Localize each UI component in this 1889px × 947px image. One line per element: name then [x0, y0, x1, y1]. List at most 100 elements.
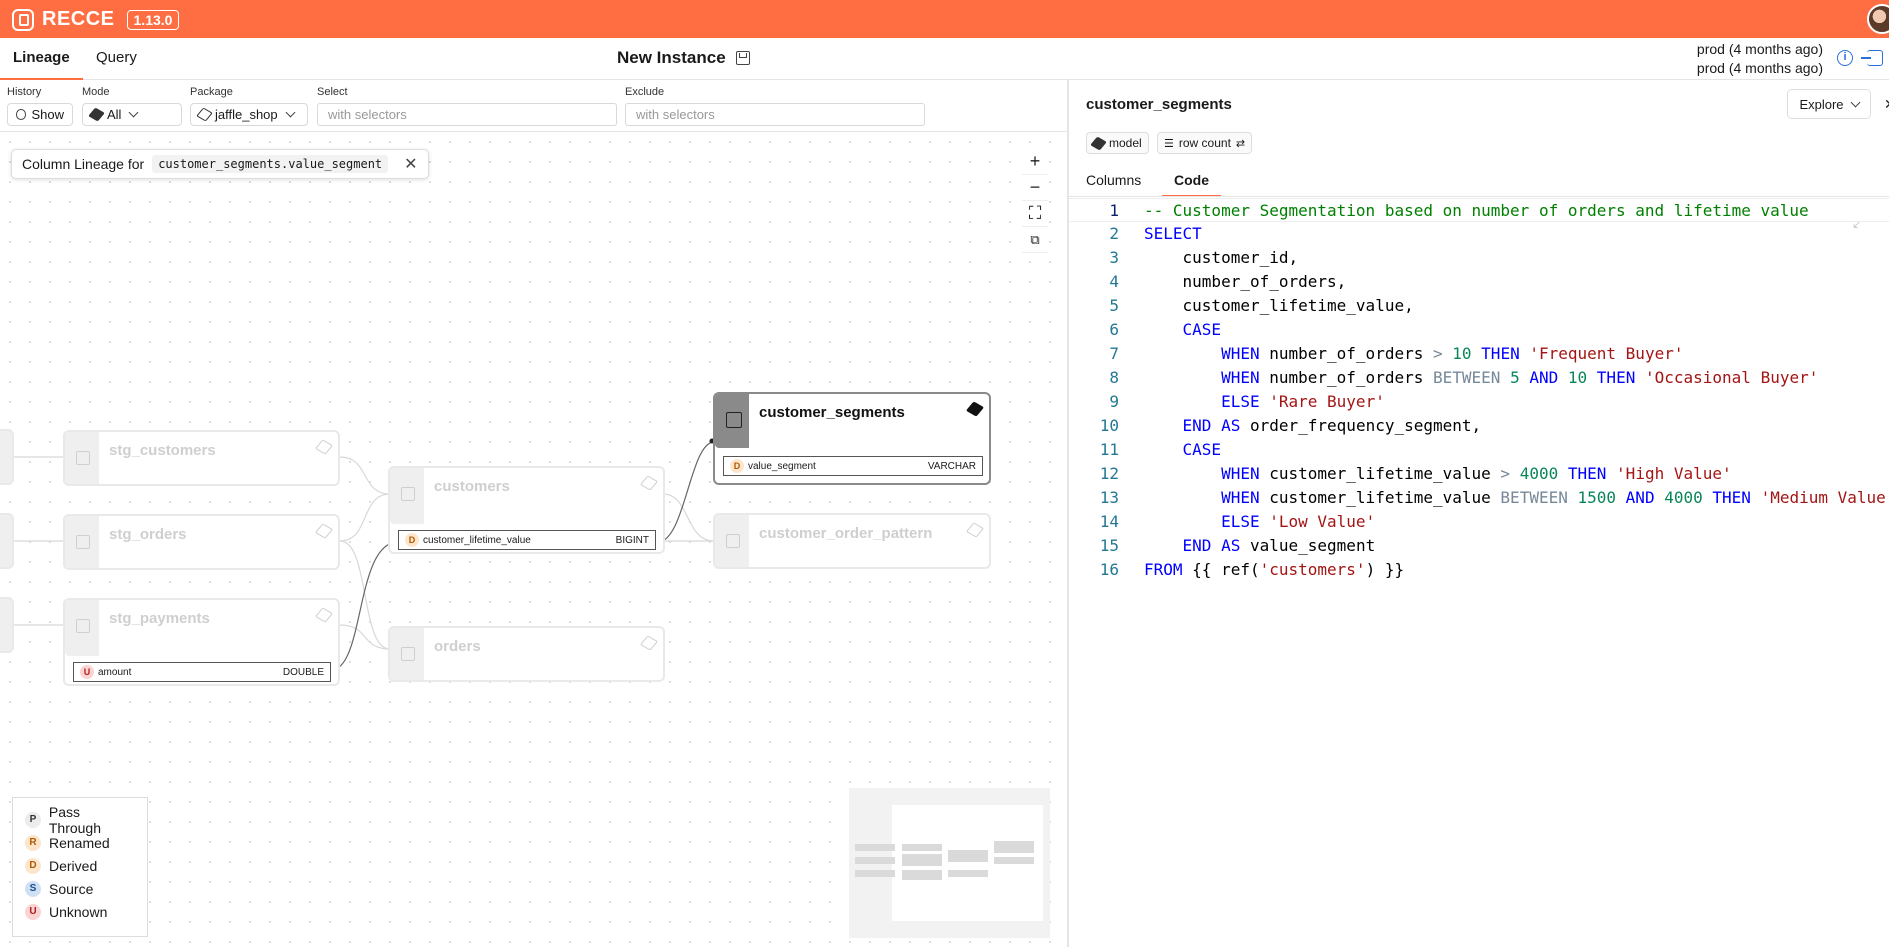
code-text: ELSE 'Low Value' — [1221, 512, 1376, 531]
minimap[interactable] — [849, 788, 1050, 938]
node-checkbox[interactable] — [726, 534, 740, 548]
legend-label: Renamed — [49, 834, 110, 851]
legend-item: U Unknown — [25, 900, 135, 923]
filter-bar: History Show Mode All Package jaffle_sho… — [0, 80, 1067, 132]
explore-label: Explore — [1799, 96, 1844, 112]
code-text: customer_id, — [1144, 248, 1299, 267]
model-icon — [1090, 135, 1107, 151]
node-checkbox[interactable] — [76, 535, 90, 549]
node-customer-order-pattern[interactable]: customer_order_pattern — [713, 513, 991, 569]
exit-icon[interactable] — [1861, 50, 1883, 66]
minimap-node — [855, 844, 895, 851]
tab-code[interactable]: Code — [1162, 165, 1221, 197]
line-number: 5 — [1109, 296, 1119, 315]
model-icon — [965, 522, 985, 538]
source-node-stub[interactable] — [0, 513, 14, 569]
exclude-input[interactable]: with selectors — [625, 103, 925, 126]
source-node-stub[interactable] — [0, 429, 14, 485]
node-name: customers — [434, 478, 510, 495]
chevron-down-icon — [1850, 97, 1860, 107]
node-checkbox[interactable] — [76, 619, 90, 633]
node-detail-panel: customer_segments Explore ✕ model ☰ row … — [1069, 80, 1889, 947]
legend-item: S Source — [25, 877, 135, 900]
line-number: 3 — [1109, 248, 1119, 267]
node-name: customer_segments — [759, 404, 905, 421]
unknown-badge: U — [80, 665, 94, 679]
code-editor[interactable]: ⤢ 1 -- Customer Segmentation based on num… — [1069, 198, 1889, 943]
cube-icon — [88, 107, 105, 122]
refresh-icon[interactable]: ⇄ — [1236, 137, 1245, 150]
mode-value: All — [107, 107, 122, 122]
model-icon — [314, 523, 334, 539]
node-stg-payments[interactable]: stg_payments U amount DOUBLE — [63, 598, 340, 686]
version-badge: 1.13.0 — [126, 9, 180, 30]
close-panel-icon[interactable]: ✕ — [1884, 96, 1889, 113]
chevron-down-icon — [129, 107, 139, 118]
legend-label: Derived — [49, 857, 98, 874]
line-number: 10 — [1099, 416, 1119, 435]
app-logo[interactable]: RECCE 1.13.0 — [12, 8, 180, 31]
select-input[interactable]: with selectors — [317, 103, 617, 126]
node-stg-orders[interactable]: stg_orders — [63, 514, 340, 570]
top-bar: RECCE 1.13.0 — [0, 0, 1889, 38]
history-show-button[interactable]: Show — [7, 103, 73, 126]
node-checkbox[interactable] — [76, 451, 90, 465]
explore-button[interactable]: Explore — [1787, 89, 1871, 119]
tab-columns[interactable]: Columns — [1086, 165, 1141, 197]
node-checkbox[interactable] — [726, 412, 742, 428]
derived-badge: D — [730, 459, 744, 473]
lineage-canvas[interactable]: Column Lineage for customer_segments.val… — [0, 132, 1067, 947]
source-node-stub[interactable] — [0, 597, 14, 653]
node-orders[interactable]: orders — [388, 626, 665, 682]
history-icon — [16, 109, 27, 120]
tab-query[interactable]: Query — [83, 38, 150, 80]
line-number: 4 — [1109, 272, 1119, 291]
history-button-label: Show — [31, 107, 64, 122]
code-text: WHEN number_of_orders BETWEEN 5 AND 10 T… — [1221, 368, 1819, 387]
info-icon[interactable]: i — [1837, 50, 1853, 66]
node-checkbox[interactable] — [401, 487, 415, 501]
node-select-area — [715, 515, 749, 567]
legend-label: Source — [49, 880, 94, 897]
derived-badge: D — [25, 857, 41, 874]
legend-item: D Derived — [25, 854, 135, 877]
node-checkbox[interactable] — [401, 647, 415, 661]
nav-row: Lineage Query New Instance prod (4 month… — [0, 38, 1889, 80]
app-name: RECCE — [42, 8, 115, 30]
column-row-customer-lifetime-value[interactable]: D customer_lifetime_value BIGINT — [398, 530, 656, 550]
node-customers[interactable]: customers D customer_lifetime_value BIGI… — [388, 466, 665, 554]
line-number: 2 — [1109, 224, 1119, 243]
code-text: customer_lifetime_value, — [1144, 296, 1414, 315]
unknown-badge: U — [25, 903, 41, 920]
legend-label: Pass Through — [48, 803, 102, 836]
column-type: VARCHAR — [927, 460, 976, 472]
renamed-badge: R — [25, 834, 41, 851]
column-row-value-segment[interactable]: D value_segment VARCHAR — [723, 456, 983, 476]
column-type: DOUBLE — [282, 666, 324, 678]
package-select[interactable]: jaffle_shop — [190, 103, 308, 126]
user-avatar[interactable] — [1867, 4, 1889, 34]
model-icon — [639, 475, 659, 491]
resource-type-label: model — [1109, 136, 1142, 150]
minimap-node — [855, 870, 895, 877]
node-stg-customers[interactable]: stg_customers — [63, 430, 340, 486]
line-number: 11 — [1099, 440, 1119, 459]
code-text: SELECT — [1144, 224, 1202, 243]
row-count-chip[interactable]: ☰ row count ⇄ — [1157, 132, 1253, 154]
mode-select[interactable]: All — [82, 103, 182, 126]
line-number: 13 — [1099, 488, 1119, 507]
node-select-area — [65, 516, 99, 568]
recce-logo-icon — [12, 8, 34, 31]
code-text: WHEN customer_lifetime_value > 4000 THEN… — [1221, 464, 1732, 483]
minimap-node — [948, 850, 988, 862]
save-icon[interactable] — [735, 51, 750, 65]
tab-lineage[interactable]: Lineage — [0, 38, 83, 80]
model-icon — [314, 439, 334, 455]
select-label: Select — [317, 86, 348, 98]
env-info: prod (4 months ago) prod (4 months ago) — [1697, 40, 1823, 78]
column-name: customer_lifetime_value — [423, 534, 531, 546]
node-select-area — [715, 394, 749, 448]
node-customer-segments[interactable]: customer_segments D value_segment VARCHA… — [713, 392, 991, 485]
column-name: value_segment — [748, 460, 816, 472]
column-row-amount[interactable]: U amount DOUBLE — [73, 662, 331, 682]
